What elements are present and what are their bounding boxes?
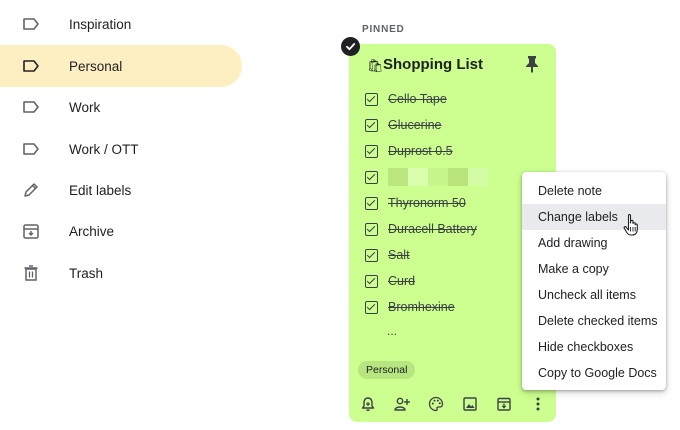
palette-icon[interactable] <box>428 396 444 412</box>
label-icon <box>23 143 39 155</box>
list-item: Cello Tape <box>365 89 447 109</box>
item-text[interactable]: Duracell Battery <box>388 222 477 236</box>
menu-item-copy-to-google-docs[interactable]: Copy to Google Docs <box>522 360 666 386</box>
pencil-icon <box>24 183 38 197</box>
menu-item-change-labels[interactable]: Change labels <box>522 204 666 230</box>
label-chip[interactable]: Personal <box>358 361 416 379</box>
menu-item-uncheck-all[interactable]: Uncheck all items <box>522 282 666 308</box>
checkbox[interactable] <box>365 300 378 314</box>
sidebar-item-label: Edit labels <box>69 182 132 198</box>
checkbox[interactable] <box>365 248 378 262</box>
remind-me-icon[interactable] <box>360 396 376 412</box>
item-text[interactable]: Salt <box>388 248 410 262</box>
sidebar-item-inspiration[interactable]: Inspiration <box>0 3 242 45</box>
checkbox[interactable] <box>365 118 378 132</box>
menu-item-delete-checked[interactable]: Delete checked items <box>522 308 666 334</box>
trash-icon <box>24 265 38 281</box>
checkbox[interactable] <box>365 170 378 184</box>
list-item: Bromhexine <box>365 297 455 317</box>
section-label-pinned: PINNED <box>362 24 405 35</box>
menu-item-make-a-copy[interactable]: Make a copy <box>522 256 666 282</box>
collaborator-icon[interactable] <box>394 396 410 412</box>
more-icon[interactable] <box>530 396 546 412</box>
label-icon <box>23 101 39 113</box>
item-text[interactable]: Thyronorm 50 <box>388 196 466 210</box>
list-item: Duprost 0.5 <box>365 141 453 161</box>
item-text[interactable]: Glucerine <box>388 118 442 132</box>
sidebar-item-label: Trash <box>69 265 104 281</box>
sidebar-item-label: Personal <box>69 58 123 74</box>
redacted-text <box>388 168 488 186</box>
select-note-checkmark-icon[interactable] <box>341 37 360 56</box>
sidebar-item-archive[interactable]: Archive <box>0 210 242 252</box>
checkbox[interactable] <box>365 274 378 288</box>
list-item <box>365 167 488 187</box>
note-toolbar <box>349 392 556 416</box>
pin-icon[interactable] <box>524 55 540 73</box>
note-title[interactable]: Shopping List <box>383 56 483 73</box>
note-emoji-icon: 🛍 <box>367 58 384 73</box>
sidebar-item-label: Work <box>69 99 101 115</box>
item-text[interactable]: Duprost 0.5 <box>388 144 453 158</box>
item-text[interactable]: Bromhexine <box>388 300 455 314</box>
label-icon <box>23 60 39 72</box>
checkbox[interactable] <box>365 144 378 158</box>
checkbox[interactable] <box>365 92 378 106</box>
list-item: Glucerine <box>365 115 442 135</box>
menu-item-hide-checkboxes[interactable]: Hide checkboxes <box>522 334 666 360</box>
more-items-indicator: ... <box>387 324 398 338</box>
sidebar: Inspiration Personal Work Work / OTT Edi… <box>0 0 245 430</box>
sidebar-item-trash[interactable]: Trash <box>0 252 242 294</box>
label-icon <box>23 18 39 30</box>
image-icon[interactable] <box>462 396 478 412</box>
item-text[interactable]: Curd <box>388 274 415 288</box>
list-item: Duracell Battery <box>365 219 477 239</box>
more-options-menu: Delete note Change labels Add drawing Ma… <box>522 172 666 390</box>
list-item: Salt <box>365 245 410 265</box>
menu-item-add-drawing[interactable]: Add drawing <box>522 230 666 256</box>
sidebar-item-work-ott[interactable]: Work / OTT <box>0 128 242 170</box>
item-text[interactable]: Cello Tape <box>388 92 447 106</box>
sidebar-item-work[interactable]: Work <box>0 86 242 128</box>
list-item: Thyronorm 50 <box>365 193 466 213</box>
checkbox[interactable] <box>365 196 378 210</box>
list-item: Curd <box>365 271 415 291</box>
archive-icon <box>23 224 39 239</box>
menu-item-delete-note[interactable]: Delete note <box>522 178 666 204</box>
sidebar-item-label: Archive <box>69 223 115 239</box>
checkbox[interactable] <box>365 222 378 236</box>
sidebar-item-edit-labels[interactable]: Edit labels <box>0 169 242 211</box>
archive-icon[interactable] <box>496 396 512 412</box>
hand-cursor-icon <box>623 213 638 236</box>
sidebar-item-label: Inspiration <box>69 16 132 32</box>
sidebar-item-label: Work / OTT <box>69 141 139 157</box>
sidebar-item-personal[interactable]: Personal <box>0 45 242 87</box>
